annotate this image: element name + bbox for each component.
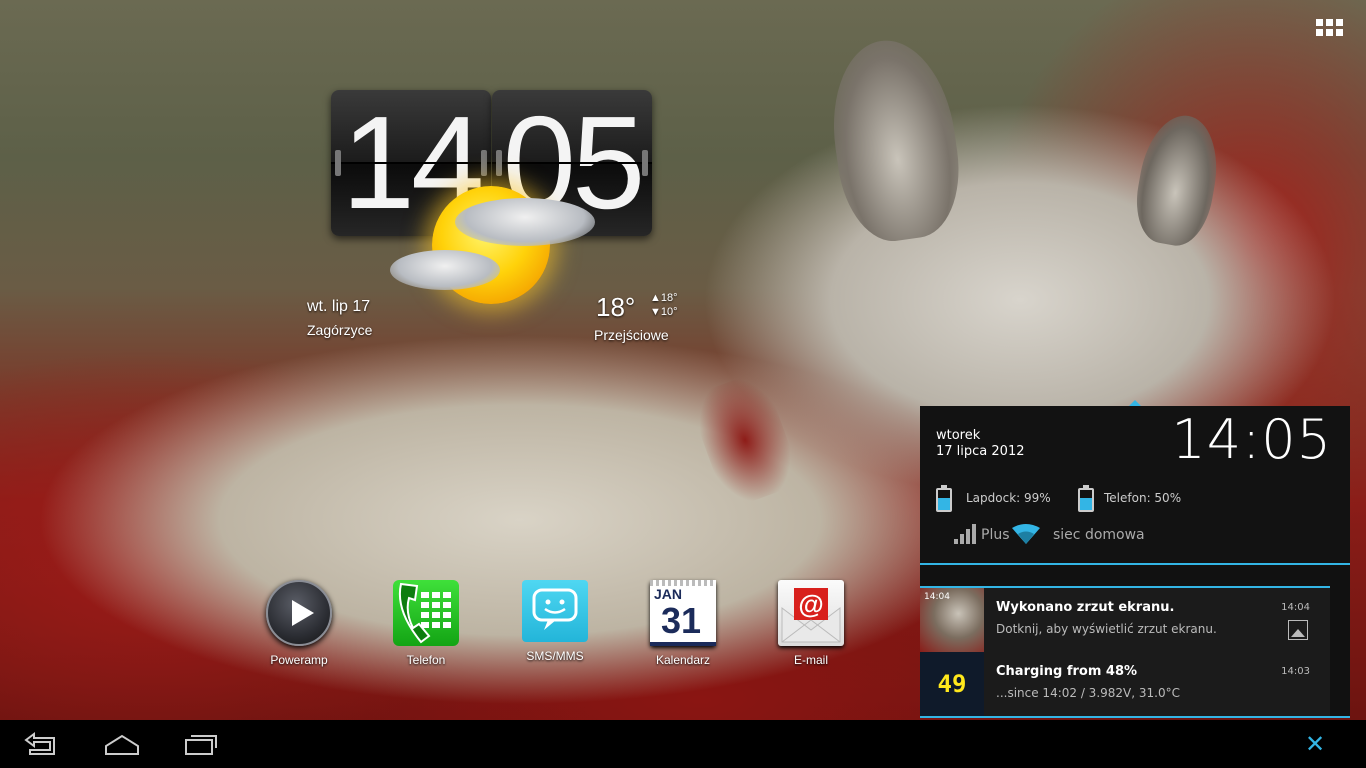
shade-date: 17 lipca 2012	[936, 444, 1025, 459]
recent-apps-button[interactable]	[182, 732, 222, 756]
notification-screenshot[interactable]: 14:04 Wykonano zrzut ekranu. Dotknij, ab…	[920, 586, 1330, 652]
home-button[interactable]	[102, 732, 142, 756]
notification-text: Dotknij, aby wyświetlić zrzut ekranu.	[996, 622, 1217, 636]
svg-text:@: @	[798, 589, 823, 619]
wifi-icon	[1012, 524, 1040, 544]
weather-temperature: 18°	[596, 292, 636, 322]
app-label: Poweramp	[270, 653, 328, 667]
calendar-icon: JAN 31	[650, 580, 716, 646]
phone-battery: Telefon: 50%	[1104, 491, 1182, 505]
carrier-name: Plus	[981, 527, 1010, 543]
app-label: Kalendarz	[655, 653, 711, 667]
app-telefon[interactable]: Telefon	[378, 580, 474, 667]
poweramp-play-icon	[266, 580, 332, 646]
lapdock-battery: Lapdock: 99%	[966, 491, 1051, 505]
shade-day: wtorek	[936, 428, 981, 443]
notification-time: 14:04	[1281, 602, 1310, 613]
notification-title: Charging from 48%	[996, 664, 1138, 679]
weather-location: Zagórzyce	[307, 322, 373, 338]
cloud-icon	[455, 198, 595, 246]
notification-charging[interactable]: 49 Charging from 48% ...since 14:02 / 3.…	[920, 652, 1330, 716]
image-icon	[1288, 620, 1308, 640]
weather-high: ▲18°	[650, 292, 678, 304]
cloud-icon	[390, 250, 500, 290]
screenshot-thumbnail: 14:04	[920, 588, 984, 652]
calendar-day: 31	[660, 600, 702, 641]
email-icon: @	[778, 580, 844, 646]
app-sms-mms[interactable]: SMS/MMS	[507, 580, 603, 663]
app-label: E-mail	[793, 653, 828, 667]
weather-condition: Przejściowe	[594, 327, 669, 343]
app-kalendarz[interactable]: JAN 31 Kalendarz	[635, 580, 731, 667]
back-button[interactable]	[22, 732, 62, 756]
all-apps-grid-icon[interactable]	[1316, 19, 1344, 37]
shade-bottom-line	[920, 716, 1350, 718]
notification-shade[interactable]: wtorek 17 lipca 2012 14:05 Lapdock: 99% …	[920, 400, 1350, 718]
shade-pointer	[1129, 400, 1141, 406]
app-poweramp[interactable]: Poweramp	[251, 580, 347, 667]
thumbnail-time: 14:04	[924, 592, 950, 602]
app-email[interactable]: @ E-mail	[763, 580, 859, 667]
wolf-ear-left	[821, 32, 969, 248]
weather-low: ▼10°	[650, 306, 678, 318]
wifi-name: siec domowa	[1053, 527, 1145, 543]
wolf-ear-right	[1129, 109, 1226, 251]
sms-icon	[522, 580, 588, 642]
shade-time: 14:05	[1171, 408, 1332, 471]
lapdock-battery-icon	[936, 485, 952, 512]
signal-icon	[954, 524, 976, 544]
system-bar	[0, 720, 1366, 768]
app-label: SMS/MMS	[526, 649, 584, 663]
notification-time: 14:03	[1281, 666, 1310, 677]
shade-divider	[920, 563, 1350, 565]
shade-header[interactable]: wtorek 17 lipca 2012 14:05 Lapdock: 99% …	[920, 400, 1350, 564]
notification-title: Wykonano zrzut ekranu.	[996, 600, 1175, 615]
close-icon[interactable]: ✕	[1304, 732, 1326, 756]
phone-battery-icon	[1078, 485, 1094, 512]
app-label: Telefon	[406, 653, 446, 667]
weather-date: wt. lip 17	[307, 298, 371, 315]
wolf-collar	[686, 369, 804, 511]
battery-level-badge: 49	[920, 652, 984, 716]
phone-icon	[393, 580, 459, 646]
notification-text: ...since 14:02 / 3.982V, 31.0°C	[996, 686, 1180, 700]
